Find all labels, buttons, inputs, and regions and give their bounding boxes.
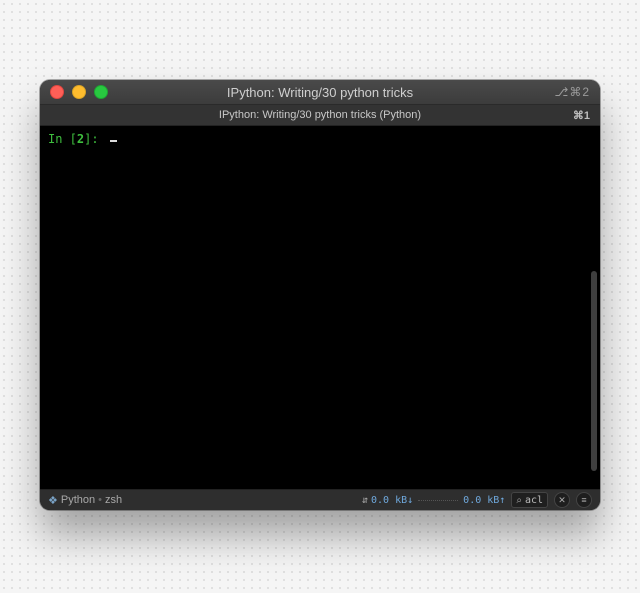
clear-button[interactable]: ✕ [554, 492, 570, 508]
network-icon: ⇵ [362, 495, 368, 506]
language-label[interactable]: Python [61, 494, 95, 506]
terminal-window: IPython: Writing/30 python tricks ⎇⌘2 IP… [40, 80, 600, 510]
search-input[interactable]: ⌕ acl [511, 492, 548, 508]
close-x-icon: ✕ [558, 495, 566, 506]
ipython-prompt-prefix: In [ [48, 132, 77, 146]
search-value: acl [525, 495, 543, 506]
window-title: IPython: Writing/30 python tricks [40, 85, 600, 100]
minimize-icon[interactable] [72, 85, 86, 99]
search-icon: ⌕ [516, 495, 522, 506]
traffic-lights [50, 85, 108, 99]
tab-shortcut: ⌘1 [573, 109, 590, 122]
menu-icon: ≡ [581, 495, 586, 505]
zoom-icon[interactable] [94, 85, 108, 99]
titlebar[interactable]: IPython: Writing/30 python tricks ⎇⌘2 [40, 80, 600, 105]
activity-graph [418, 499, 458, 501]
tabbar[interactable]: IPython: Writing/30 python tricks (Pytho… [40, 105, 600, 126]
page-background: IPython: Writing/30 python tricks ⎇⌘2 IP… [0, 0, 640, 593]
ipython-prompt-suffix: ]: [84, 132, 98, 146]
titlebar-shortcut: ⎇⌘2 [554, 85, 590, 99]
tab-title[interactable]: IPython: Writing/30 python tricks (Pytho… [40, 109, 600, 121]
shell-label[interactable]: zsh [105, 494, 122, 506]
network-down: 0.0 kB↓ [371, 495, 413, 506]
text-cursor [110, 140, 117, 142]
terminal-viewport[interactable]: In [2]: [40, 126, 600, 489]
close-icon[interactable] [50, 85, 64, 99]
language-icon: ❖ [48, 494, 58, 507]
menu-button[interactable]: ≡ [576, 492, 592, 508]
network-up: 0.0 kB↑ [463, 495, 505, 506]
scrollbar[interactable] [591, 271, 597, 471]
statusbar: ❖ Python • zsh ⇵ 0.0 kB↓ 0.0 kB↑ ⌕ acl ✕… [40, 489, 600, 510]
separator: • [98, 494, 102, 506]
